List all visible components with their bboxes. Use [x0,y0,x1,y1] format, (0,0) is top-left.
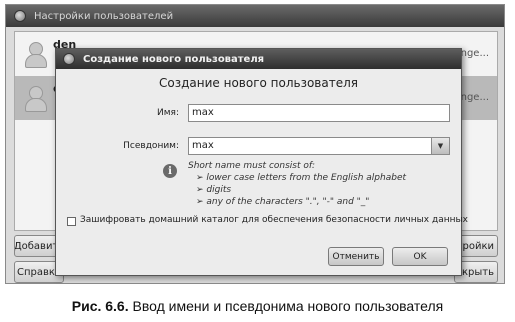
info-icon: i [163,164,177,178]
chevron-down-icon[interactable]: ▼ [431,138,449,154]
hint-line: ➢ digits [196,185,232,195]
avatar-icon [23,40,47,68]
hint-line: ➢ any of the characters ".", "-" and "_" [196,197,370,207]
hint-line: Short name must consist of: [188,161,316,171]
new-user-dialog: Создание нового пользователя Создание но… [55,48,468,276]
name-input-value: max [192,107,214,118]
ok-button[interactable]: OK [392,247,448,266]
dialog-title: Создание нового пользователя [83,53,265,65]
encrypt-home-label: Зашифровать домашний каталог для обеспеч… [80,215,468,225]
window-title: Настройки пользователей [34,10,174,22]
cancel-button[interactable]: Отменить [328,247,384,266]
dialog-menu-icon[interactable] [63,53,75,65]
alias-value: max [192,140,214,151]
name-label: Имя: [157,108,179,118]
hint-line: ➢ lower case letters from the English al… [196,173,407,183]
dialog-heading: Создание нового пользователя [159,76,358,90]
encrypt-home-checkbox[interactable] [67,217,76,226]
alias-combobox[interactable]: max ▼ [188,137,450,155]
dialog-titlebar: Создание нового пользователя [56,49,461,69]
window-titlebar: Настройки пользователей [6,5,504,27]
alias-label: Псевдоним: [123,141,179,151]
caption-prefix: Рис. 6.6. [71,298,129,314]
caption-text: Ввод имени и псевдонима нового пользоват… [128,298,444,314]
figure-caption: Рис. 6.6. Ввод имени и псевдонима нового… [0,298,515,314]
window-menu-icon[interactable] [14,10,26,22]
avatar-icon [23,84,47,112]
name-input[interactable]: max [188,104,450,122]
